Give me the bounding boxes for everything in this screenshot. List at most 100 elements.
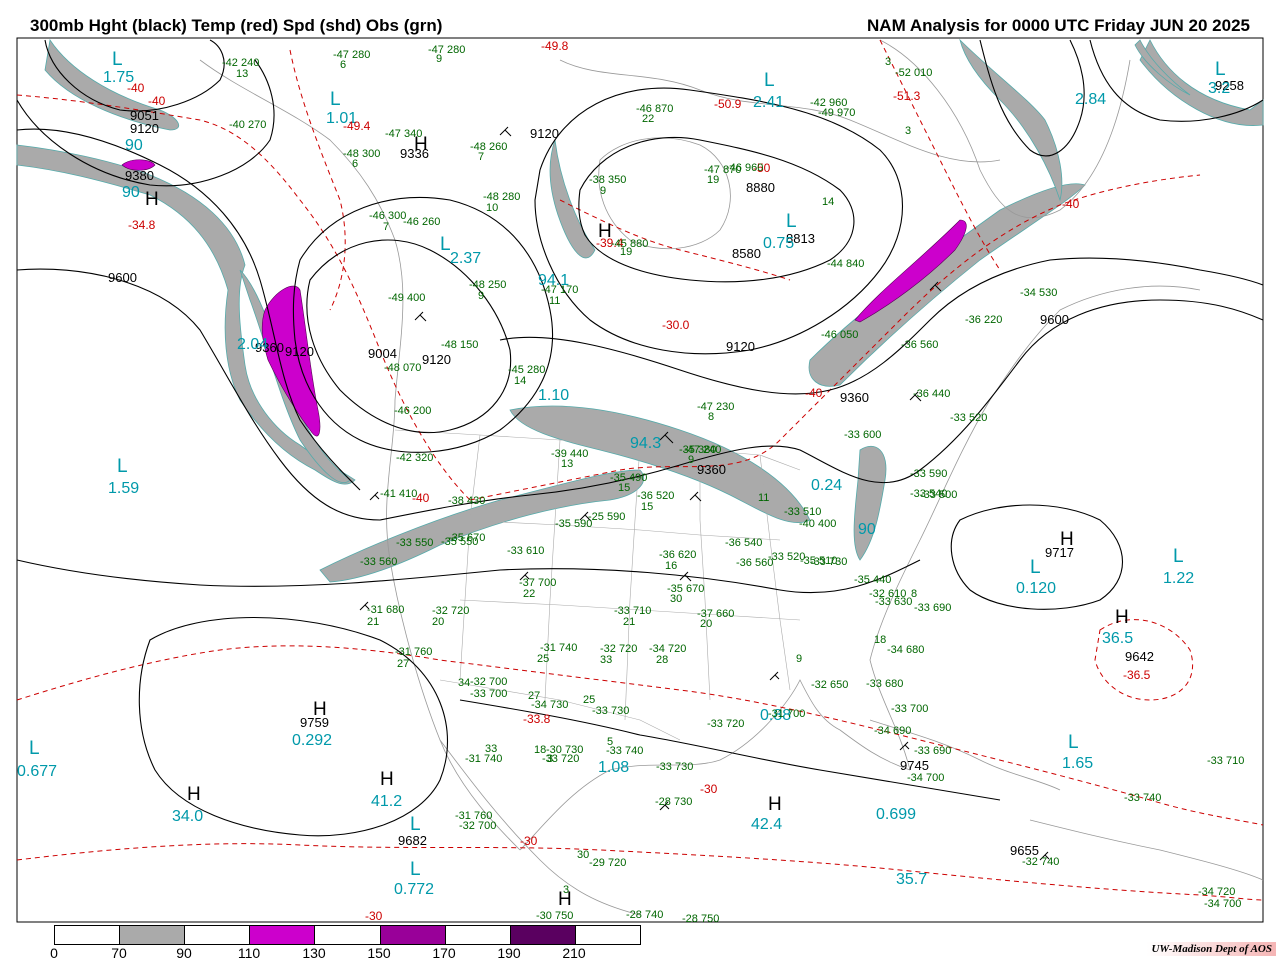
- speed-label: 1.59: [108, 480, 139, 497]
- observation-label: -32 740: [1022, 856, 1059, 868]
- pressure-center: H: [1115, 607, 1129, 628]
- legend-tick: 130: [302, 945, 326, 961]
- pressure-center: L: [1215, 59, 1226, 80]
- observation-label: -33 680: [866, 678, 903, 690]
- height-label: 9120: [726, 339, 755, 354]
- observation-label: 8: [911, 588, 917, 600]
- observation-label: 6: [352, 158, 358, 170]
- temperature-label: -36.5: [1123, 668, 1151, 682]
- observation-label: -46 200: [394, 405, 431, 417]
- observation-label: -47 340: [385, 128, 422, 140]
- observation-label: -32 650: [811, 679, 848, 691]
- pressure-center: L: [410, 814, 421, 835]
- legend-bin: [575, 926, 640, 944]
- pressure-center: L: [1173, 546, 1184, 567]
- observation-label: -33 700: [470, 688, 507, 700]
- observation-label: -33 560: [360, 556, 397, 568]
- observation-label: 9: [600, 185, 606, 197]
- observation-label: -28 750: [682, 913, 719, 925]
- legend-bin: [445, 926, 511, 944]
- legend-bin: [510, 926, 576, 944]
- observation-label: -38 350: [589, 174, 626, 186]
- temperature-label: -51.3: [893, 89, 921, 103]
- speed-label: 94.3: [630, 435, 661, 452]
- observation-label: -33 690: [914, 745, 951, 757]
- observation-label: -40 270: [229, 119, 266, 131]
- observation-label: -34 700: [907, 772, 944, 784]
- observation-label: 9: [436, 53, 442, 65]
- observation-label: 21: [623, 616, 635, 628]
- observation-label: -29 720: [589, 857, 626, 869]
- height-label: 9004: [368, 346, 397, 361]
- temperature-label: -30: [700, 782, 718, 796]
- observation-label: 19: [707, 174, 719, 186]
- observation-label: -31 740: [465, 753, 502, 765]
- observation-label: -32 700: [470, 676, 507, 688]
- height-label: 9682: [398, 833, 427, 848]
- temperature-label: -49.4: [343, 119, 371, 133]
- observation-label: 7: [383, 221, 389, 233]
- temperature-label: -30.0: [662, 318, 690, 332]
- temperature-label: -40: [805, 386, 823, 400]
- speed-label: 35.7: [896, 871, 927, 888]
- legend-bin: [120, 926, 186, 944]
- speed-label: 34.0: [172, 808, 203, 825]
- observation-label: -33 730: [592, 705, 629, 717]
- observation-label: -36 540: [725, 537, 762, 549]
- wind-speed-legend: [54, 925, 641, 945]
- observation-label: -46 960: [726, 162, 763, 174]
- height-label: 9600: [1040, 312, 1069, 327]
- temperature-label: -40: [1062, 197, 1080, 211]
- observation-label: -33 520: [950, 412, 987, 424]
- temperature-label: -50.9: [714, 97, 742, 111]
- observation-label: -35 380: [679, 444, 716, 456]
- observation-label: -33 600: [844, 429, 881, 441]
- speed-label: 0.292: [292, 732, 332, 749]
- observation-label: 22: [642, 113, 654, 125]
- observation-label: -33 550: [396, 537, 433, 549]
- observation-label: -31 700: [768, 708, 805, 720]
- observation-label: -28 740: [626, 909, 663, 921]
- observation-label: -34 530: [1020, 287, 1057, 299]
- observation-label: -35 440: [854, 574, 891, 586]
- observation-label: -33 610: [507, 545, 544, 557]
- speed-label: 2.41: [753, 94, 784, 111]
- observation-label: 3: [905, 125, 911, 137]
- height-label: 9120: [422, 352, 451, 367]
- observation-label: -33 730: [810, 556, 847, 568]
- observation-label: -33 710: [1207, 755, 1244, 767]
- observation-label: -28 730: [655, 796, 692, 808]
- observation-label: -47 230: [697, 401, 734, 413]
- speed-label: 2.04: [237, 336, 268, 353]
- pressure-center: L: [786, 211, 797, 232]
- observation-label: -47 280: [333, 49, 370, 61]
- height-label: 9380: [125, 168, 154, 183]
- observation-label: 25: [537, 653, 549, 665]
- observation-label: 7: [478, 151, 484, 163]
- observation-label: 11: [549, 295, 560, 307]
- observation-label: 14: [514, 375, 526, 387]
- temperature-label: -49.8: [541, 39, 569, 53]
- observation-label: 11: [758, 492, 769, 504]
- speed-label: 2.37: [450, 250, 481, 267]
- speed-label: 0.772: [394, 881, 434, 898]
- observation-label: -33 500: [920, 489, 957, 501]
- observation-label: -35 670: [448, 532, 485, 544]
- legend-tick: 190: [497, 945, 521, 961]
- observation-label: 10: [486, 202, 498, 214]
- observation-label: 13: [236, 68, 248, 80]
- observation-label: -36 560: [901, 339, 938, 351]
- height-label: 9600: [108, 270, 137, 285]
- observation-label: -48 070: [384, 362, 421, 374]
- height-label: 9120: [530, 126, 559, 141]
- temperature-label: -40: [148, 94, 166, 108]
- observation-label: 20: [432, 616, 444, 628]
- observation-label: -48 250: [469, 279, 506, 291]
- observation-label: 30: [577, 849, 589, 861]
- observation-label: -52 010: [895, 67, 932, 79]
- pressure-center: L: [29, 738, 40, 759]
- observation-label: 8: [708, 411, 714, 423]
- observation-label: -48 300: [343, 148, 380, 160]
- pressure-center: L: [112, 49, 123, 70]
- observation-label: 3: [885, 56, 891, 68]
